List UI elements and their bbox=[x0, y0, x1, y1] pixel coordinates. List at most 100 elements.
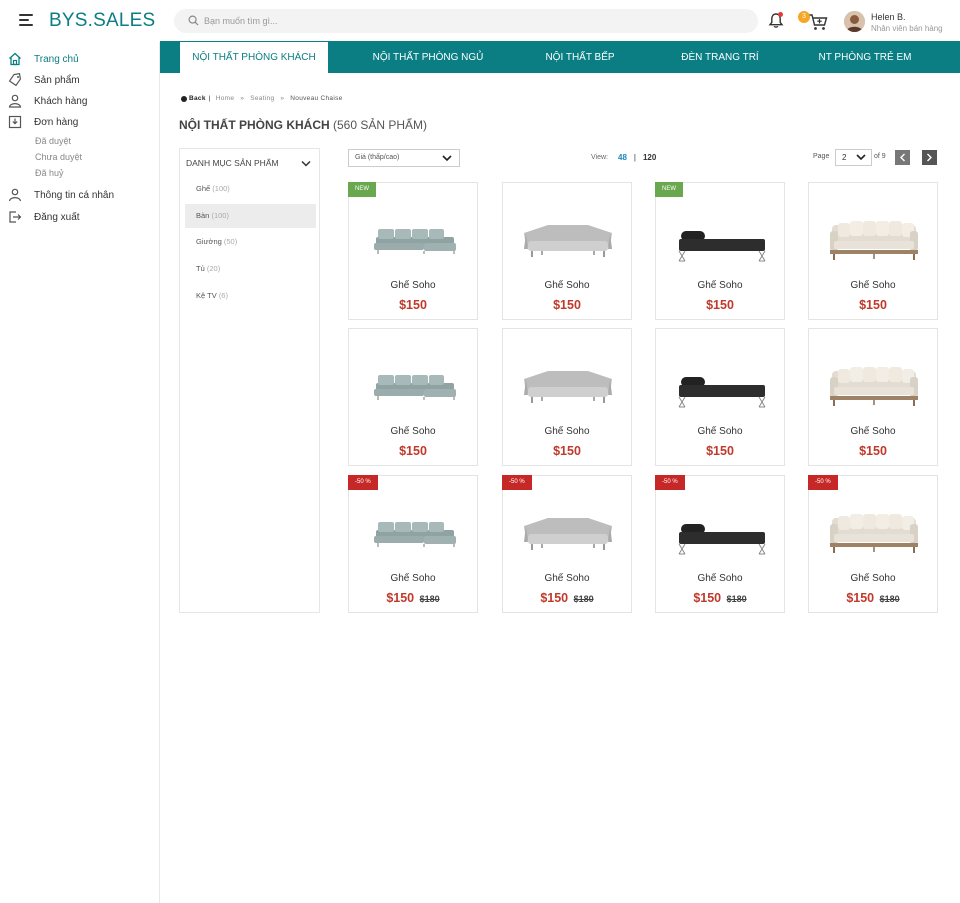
product-card[interactable]: Ghế Soho $150 bbox=[502, 328, 632, 466]
sidebar-item-label: Đơn hàng bbox=[34, 116, 79, 128]
next-page-button[interactable] bbox=[922, 150, 937, 165]
product-name[interactable]: Ghế Soho bbox=[503, 426, 631, 437]
inbox-icon bbox=[8, 115, 22, 129]
product-name[interactable]: Ghế Soho bbox=[349, 573, 477, 584]
category-item-chairs[interactable]: Ghế (100) bbox=[185, 177, 316, 201]
category-item-tv-shelves[interactable]: Kệ TV (6) bbox=[185, 284, 316, 308]
product-card[interactable]: Ghế Soho $150 bbox=[808, 182, 938, 320]
sidebar-subitem-approved[interactable]: Đã duyệt bbox=[35, 136, 71, 146]
product-price: $150 $180 bbox=[503, 591, 631, 605]
product-card[interactable]: NEW Ghế Soho $150 bbox=[655, 182, 785, 320]
sidebar-item-home[interactable]: Trang chủ bbox=[8, 51, 79, 67]
product-name[interactable]: Ghế Soho bbox=[503, 573, 631, 584]
product-name[interactable]: Ghế Soho bbox=[656, 426, 784, 437]
product-card[interactable]: -50 % Ghế Soho $150 $180 bbox=[502, 475, 632, 613]
user-avatar[interactable] bbox=[844, 11, 865, 32]
tab-bedroom[interactable]: Nội thất phòng ngủ bbox=[358, 41, 498, 73]
chevron-down-icon[interactable] bbox=[301, 160, 311, 167]
tab-kids-room[interactable]: NT phòng trẻ em bbox=[800, 41, 930, 73]
category-item-tables[interactable]: Bàn (100) bbox=[185, 204, 316, 228]
hamburger-menu-icon[interactable] bbox=[19, 14, 33, 26]
price: $150 bbox=[693, 591, 722, 605]
product-card[interactable]: -50 % Ghế Soho $150 $180 bbox=[348, 475, 478, 613]
old-price: $180 bbox=[879, 594, 900, 604]
product-card[interactable]: NEW Ghế Soho $150 bbox=[348, 182, 478, 320]
breadcrumb: Back | Home » Seating » Nouveau Chaise bbox=[181, 95, 343, 102]
sidebar-item-label: Đăng xuất bbox=[34, 211, 80, 223]
price: $150 bbox=[859, 444, 887, 458]
cart-icon[interactable] bbox=[808, 13, 828, 31]
product-name[interactable]: Ghế Soho bbox=[809, 280, 937, 291]
search-input[interactable] bbox=[204, 9, 724, 33]
price: $150 bbox=[706, 298, 734, 312]
sidebar-subitem-pending[interactable]: Chưa duyệt bbox=[35, 152, 82, 162]
prev-page-button[interactable] bbox=[895, 150, 910, 165]
product-image bbox=[518, 213, 618, 267]
view-count-switcher: View: 48 | 120 bbox=[591, 153, 656, 162]
sale-badge: -50 % bbox=[655, 475, 685, 490]
category-item-beds[interactable]: Giường (50) bbox=[185, 230, 316, 254]
back-link[interactable]: Back bbox=[181, 95, 206, 102]
product-name[interactable]: Ghế Soho bbox=[349, 426, 477, 437]
product-price: $150 bbox=[349, 444, 477, 458]
product-card[interactable]: Ghế Soho $150 bbox=[348, 328, 478, 466]
sort-select[interactable]: Giá (thấp/cao) bbox=[348, 149, 460, 167]
sidebar-item-customers[interactable]: Khách hàng bbox=[8, 93, 87, 109]
product-name[interactable]: Ghế Soho bbox=[503, 280, 631, 291]
sidebar-item-orders[interactable]: Đơn hàng bbox=[8, 114, 78, 130]
page-select[interactable]: 2 bbox=[835, 149, 872, 166]
view-120-option[interactable]: 120 bbox=[643, 153, 656, 162]
category-name: Ghế bbox=[196, 184, 211, 193]
sidebar-item-label: Khách hàng bbox=[34, 95, 88, 107]
product-price: $150 bbox=[656, 444, 784, 458]
product-image bbox=[364, 506, 464, 560]
breadcrumb-home[interactable]: Home bbox=[216, 95, 235, 102]
product-card[interactable]: -50 % Ghế Soho $150 $180 bbox=[808, 475, 938, 613]
breadcrumb-seating[interactable]: Seating bbox=[250, 95, 274, 102]
product-image bbox=[671, 359, 771, 413]
page-title-text: NỘI THẤT PHÒNG KHÁCH bbox=[179, 118, 330, 132]
product-price: $150 bbox=[809, 444, 937, 458]
price: $150 bbox=[553, 298, 581, 312]
view-48-option[interactable]: 48 bbox=[618, 153, 627, 162]
sale-badge: -50 % bbox=[808, 475, 838, 490]
product-card[interactable]: Ghế Soho $150 bbox=[655, 328, 785, 466]
search-bar[interactable] bbox=[174, 9, 758, 33]
price: $150 bbox=[553, 444, 581, 458]
category-count: (50) bbox=[223, 237, 238, 246]
price: $150 bbox=[706, 444, 734, 458]
product-image bbox=[518, 506, 618, 560]
user-name[interactable]: Helen B. bbox=[871, 12, 906, 22]
product-count: (560 SẢN PHẨM) bbox=[333, 118, 428, 132]
product-card[interactable]: Ghế Soho $150 bbox=[808, 328, 938, 466]
user-role: Nhân viên bán hàng bbox=[871, 24, 943, 33]
sidebar-item-label: Thông tin cá nhân bbox=[34, 189, 115, 201]
sidebar-subitem-cancelled[interactable]: Đã huỷ bbox=[35, 168, 64, 178]
product-card[interactable]: Ghế Soho $150 bbox=[502, 182, 632, 320]
product-image bbox=[364, 359, 464, 413]
sidebar-item-profile[interactable]: Thông tin cá nhân bbox=[8, 187, 114, 203]
product-name[interactable]: Ghế Soho bbox=[656, 280, 784, 291]
category-heading[interactable]: Danh mục sản phẩm bbox=[186, 158, 279, 168]
category-name: Tủ bbox=[196, 264, 205, 273]
product-name[interactable]: Ghế Soho bbox=[349, 280, 477, 291]
page-title: NỘI THẤT PHÒNG KHÁCH (560 SẢN PHẨM) bbox=[179, 118, 427, 132]
product-card[interactable]: -50 % Ghế Soho $150 $180 bbox=[655, 475, 785, 613]
chevron-down-icon bbox=[856, 154, 866, 161]
app-logo[interactable]: BYS.SALES bbox=[49, 10, 155, 32]
product-name[interactable]: Ghế Soho bbox=[809, 426, 937, 437]
tab-living-room[interactable]: Nội thất phòng khách bbox=[180, 42, 328, 73]
product-price: $150 bbox=[809, 298, 937, 312]
user-icon bbox=[8, 94, 22, 108]
sidebar-item-products[interactable]: Sản phẩm bbox=[8, 72, 80, 88]
product-price: $150 bbox=[656, 298, 784, 312]
sidebar-item-logout[interactable]: Đăng xuất bbox=[8, 209, 80, 225]
category-name: Bàn bbox=[196, 211, 210, 220]
product-image bbox=[364, 213, 464, 267]
tab-lighting[interactable]: Đèn trang trí bbox=[660, 41, 780, 73]
tab-kitchen[interactable]: Nội thất bếp bbox=[520, 41, 640, 73]
category-item-cabinets[interactable]: Tủ (20) bbox=[185, 257, 316, 281]
product-name[interactable]: Ghế Soho bbox=[656, 573, 784, 584]
category-nav: Nội thất phòng khách Nội thất phòng ngủ … bbox=[160, 41, 960, 73]
product-name[interactable]: Ghế Soho bbox=[809, 573, 937, 584]
